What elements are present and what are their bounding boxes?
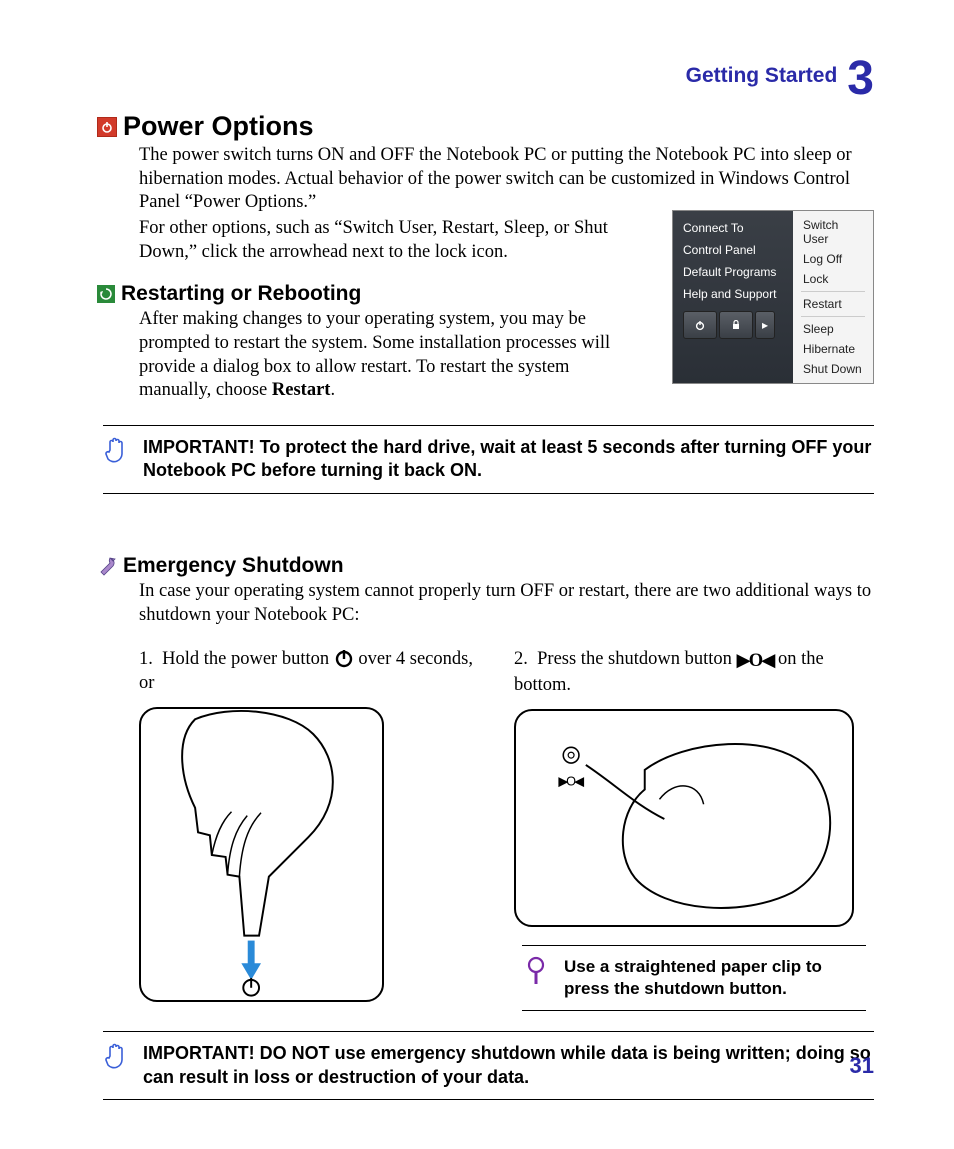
power-button-icon <box>683 311 717 339</box>
illustration-hold-power-button <box>139 707 384 1002</box>
menu-item-sleep: Sleep <box>793 319 873 339</box>
lock-button-icon <box>719 311 753 339</box>
heading-text: Emergency Shutdown <box>123 554 344 578</box>
step-1: 1. Hold the power button over 4 seconds,… <box>139 647 484 695</box>
power-symbol-icon <box>334 648 354 668</box>
step-2-text-a: Press the shutdown button <box>537 649 736 669</box>
start-menu-left-panel: Connect To Control Panel Default Program… <box>673 211 793 383</box>
section-name: Getting Started <box>686 64 838 87</box>
step-1-number: 1. <box>139 649 153 669</box>
step-2-number: 2. <box>514 649 528 669</box>
important-note-1: IMPORTANT! To protect the hard drive, wa… <box>103 425 874 494</box>
heading-emergency-shutdown: Emergency Shutdown <box>97 554 874 578</box>
menu-item-help-support: Help and Support <box>683 283 793 305</box>
page-header: Getting Started 3 <box>115 55 874 103</box>
important-note-2: IMPORTANT! DO NOT use emergency shutdown… <box>103 1031 874 1100</box>
menu-item-log-off: Log Off <box>793 249 873 269</box>
wrench-icon <box>97 556 117 576</box>
page-number: 31 <box>850 1053 874 1079</box>
illustration-paperclip-reset: ▶O◀ <box>514 709 854 927</box>
restarting-paragraph: After making changes to your operating s… <box>139 308 629 403</box>
power-options-paragraph-1: The power switch turns ON and OFF the No… <box>139 144 874 215</box>
svg-text:▶O◀: ▶O◀ <box>558 774 584 789</box>
menu-item-restart: Restart <box>793 294 873 314</box>
emergency-column-2: 2. Press the shutdown button ▶O◀ on the … <box>514 647 874 1011</box>
menu-item-lock: Lock <box>793 269 873 289</box>
windows-start-menu-screenshot: Connect To Control Panel Default Program… <box>672 210 874 384</box>
restarting-text-before: After making changes to your operating s… <box>139 309 610 400</box>
power-icon <box>97 117 117 137</box>
chapter-number: 3 <box>847 52 874 105</box>
menu-item-control-panel: Control Panel <box>683 239 793 261</box>
heading-text: Restarting or Rebooting <box>121 282 361 306</box>
note-text: IMPORTANT! To protect the hard drive, wa… <box>143 436 874 483</box>
heading-text: Power Options <box>123 111 314 142</box>
start-menu-right-panel: Switch User Log Off Lock Restart Sleep H… <box>793 211 873 383</box>
step-2: 2. Press the shutdown button ▶O◀ on the … <box>514 647 874 697</box>
arrow-button-icon: ▸ <box>755 311 775 339</box>
emergency-intro: In case your operating system cannot pro… <box>139 580 874 627</box>
power-options-paragraph-2: For other options, such as “Switch User,… <box>139 217 629 264</box>
menu-item-default-programs: Default Programs <box>683 261 793 283</box>
tip-paperclip: Use a straightened paper clip to press t… <box>522 945 866 1011</box>
hand-stop-icon <box>103 436 129 466</box>
hand-stop-icon <box>103 1042 129 1072</box>
restart-bold-word: Restart <box>272 380 331 400</box>
menu-item-connect-to: Connect To <box>683 217 793 239</box>
heading-power-options: Power Options <box>97 111 874 142</box>
restart-icon <box>97 285 115 303</box>
restarting-text-after: . <box>330 380 335 400</box>
emergency-column-1: 1. Hold the power button over 4 seconds,… <box>139 647 484 1002</box>
note-text: IMPORTANT! DO NOT use emergency shutdown… <box>143 1042 874 1089</box>
power-button-row: ▸ <box>683 307 793 343</box>
menu-item-switch-user: Switch User <box>793 215 873 249</box>
shutdown-symbol-icon: ▶O◀ <box>737 651 774 671</box>
menu-item-shut-down: Shut Down <box>793 359 873 379</box>
tip-text: Use a straightened paper clip to press t… <box>564 956 866 1000</box>
menu-item-hibernate: Hibernate <box>793 339 873 359</box>
step-1-text-a: Hold the power button <box>162 649 334 669</box>
magnifier-icon <box>526 956 550 986</box>
